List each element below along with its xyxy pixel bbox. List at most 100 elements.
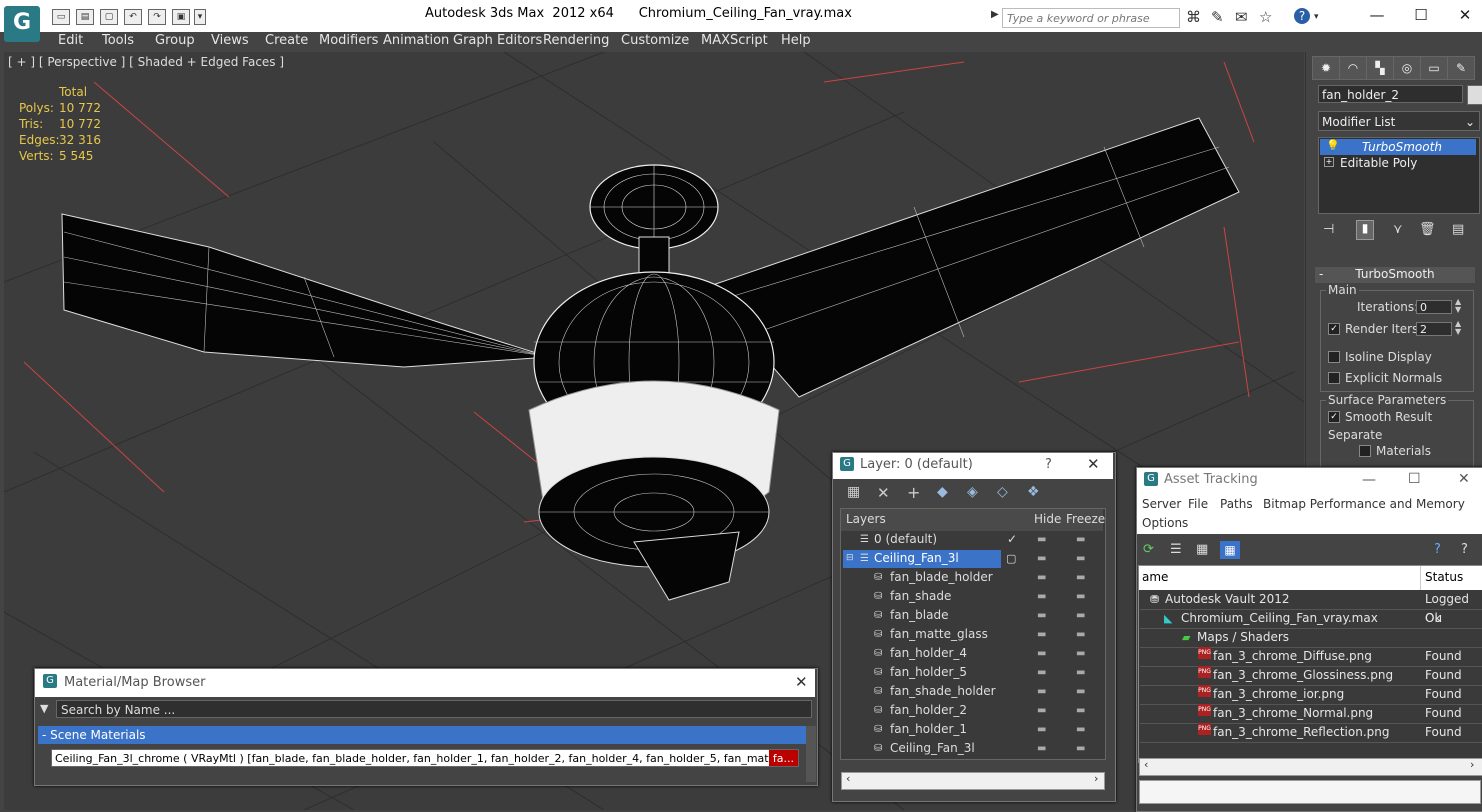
layer-row-selected[interactable]: ⊟ ☰ Ceiling_Fan_3l ▢ ▬ ▬	[843, 549, 1105, 568]
asset-maximize-button[interactable]: ☐	[1408, 471, 1421, 487]
freeze-toggle-icon[interactable]: ▬	[1076, 625, 1085, 644]
app-logo-icon[interactable]: G	[4, 6, 40, 42]
close-button[interactable]: ✕	[1450, 4, 1480, 26]
scroll-right-icon[interactable]: ›	[1094, 772, 1098, 785]
asset-horizontal-scrollbar[interactable]	[1139, 758, 1482, 776]
project-folder-icon[interactable]: ▣	[172, 9, 190, 25]
list-view-icon[interactable]: ☰	[1170, 542, 1182, 557]
quick-access-dropdown-icon[interactable]: ▾	[194, 9, 206, 25]
remove-modifier-icon[interactable]: 🗑	[1419, 222, 1436, 237]
material-entry[interactable]: Ceiling_Fan_3l_chrome ( VRayMtl ) [fan_b…	[51, 749, 799, 767]
scene-materials-header[interactable]: - Scene Materials	[38, 726, 806, 744]
layer-row[interactable]: ☰ 0 (default) ✓ ▬ ▬	[843, 530, 1105, 549]
motion-tab-icon[interactable]: ◎	[1393, 56, 1421, 80]
freeze-all-icon[interactable]: ❖	[1027, 484, 1040, 500]
asset-name-column-header[interactable]: ame	[1142, 570, 1168, 584]
object-row[interactable]: ⛁ fan_matte_glass ▬ ▬	[843, 625, 1105, 644]
scroll-left-icon[interactable]: ‹	[846, 772, 850, 785]
lightbulb-icon[interactable]: 💡	[1326, 139, 1340, 152]
modify-tab-icon[interactable]: ◠	[1339, 56, 1367, 80]
browser-options-icon[interactable]: ▼	[40, 702, 48, 715]
menu-help[interactable]: Help	[781, 33, 811, 48]
turbosmooth-rollout-title[interactable]: - TurboSmooth	[1315, 267, 1475, 283]
asset-row[interactable]: PNG fan_3_chrome_Normal.png Found	[1140, 704, 1482, 724]
object-row[interactable]: ⛁ fan_holder_5 ▬ ▬	[843, 663, 1105, 682]
configure-sets-icon[interactable]: ▤	[1452, 222, 1464, 237]
undo-icon[interactable]: ↶	[124, 9, 142, 25]
material-search-input[interactable]: Search by Name ...	[56, 700, 812, 718]
hide-toggle-icon[interactable]: ▬	[1037, 644, 1046, 663]
freeze-column-header[interactable]: Freeze	[1066, 512, 1105, 526]
hide-all-icon[interactable]: ◇	[997, 484, 1008, 500]
asset-status-column-header[interactable]: Status	[1425, 570, 1463, 584]
open-file-icon[interactable]: ▤	[76, 9, 94, 25]
object-row[interactable]: ⛁ fan_holder_1 ▬ ▬	[843, 720, 1105, 739]
new-file-icon[interactable]: ▭	[52, 9, 70, 25]
freeze-toggle-icon[interactable]: ▬	[1076, 549, 1085, 568]
freeze-toggle-icon[interactable]: ▬	[1076, 663, 1085, 682]
viewport-label[interactable]: [ + ] [ Perspective ] [ Shaded + Edged F…	[8, 55, 284, 69]
menu-rendering[interactable]: Rendering	[543, 33, 609, 48]
render-iters-checkbox[interactable]: ✓	[1328, 323, 1340, 335]
asset-help-icon[interactable]: ?	[1434, 542, 1441, 557]
create-layer-icon[interactable]: ▦	[847, 484, 860, 500]
menu-edit[interactable]: Edit	[58, 33, 83, 48]
add-to-layer-icon[interactable]: +	[907, 483, 920, 502]
modifier-list-dropdown[interactable]: Modifier List ⌄	[1318, 111, 1480, 131]
asset-row[interactable]: ⛃ Autodesk Vault 2012 Logged Ou	[1140, 590, 1482, 625]
asset-close-button[interactable]: ✕	[1458, 471, 1470, 487]
asset-menu-bitmap[interactable]: Bitmap Performance and Memory	[1263, 497, 1465, 511]
expand-plus-icon[interactable]: +	[1324, 157, 1334, 167]
collapse-minus-icon[interactable]: ⊟	[846, 549, 854, 568]
menu-tools[interactable]: Tools	[102, 33, 134, 48]
hide-toggle-icon[interactable]: ▬	[1037, 568, 1046, 587]
freeze-toggle-icon[interactable]: ▬	[1076, 739, 1085, 758]
freeze-toggle-icon[interactable]: ▬	[1076, 701, 1085, 720]
object-row[interactable]: ⛁ fan_shade ▬ ▬	[843, 587, 1105, 606]
asset-row[interactable]: ▰ Maps / Shaders	[1140, 628, 1482, 648]
binoculars-icon[interactable]: ⌘	[1186, 8, 1201, 26]
hide-toggle-icon[interactable]: ▬	[1037, 663, 1046, 682]
help-icon[interactable]: ?	[1294, 8, 1310, 24]
explicit-normals-checkbox[interactable]	[1328, 372, 1340, 384]
asset-row[interactable]: PNG fan_3_chrome_Diffuse.png Found	[1140, 647, 1482, 667]
asset-scroll-left-icon[interactable]: ‹	[1144, 758, 1148, 771]
layer-close-icon[interactable]: ✕	[1087, 455, 1100, 473]
table-view-icon[interactable]: ▦	[1220, 541, 1240, 559]
asset-info-icon[interactable]: ?	[1461, 542, 1468, 557]
render-iters-spinner-arrows-icon[interactable]: ▲ ▼	[1455, 320, 1461, 336]
save-file-icon[interactable]: ▢	[100, 9, 118, 25]
make-unique-icon[interactable]: ⋎	[1393, 222, 1403, 237]
utilities-tab-icon[interactable]: ✎	[1447, 56, 1475, 80]
pin-stack-icon[interactable]: ⊣	[1323, 222, 1334, 237]
menu-animation[interactable]: Animation	[383, 33, 449, 48]
layers-column-header[interactable]: Layers	[846, 512, 886, 526]
freeze-toggle-icon[interactable]: ▬	[1076, 568, 1085, 587]
smooth-result-checkbox[interactable]: ✓	[1328, 411, 1340, 423]
hide-toggle-icon[interactable]: ▬	[1037, 549, 1046, 568]
freeze-toggle-icon[interactable]: ▬	[1076, 606, 1085, 625]
subscription-icon[interactable]: ✎	[1211, 8, 1224, 26]
favorites-star-icon[interactable]: ☆	[1259, 8, 1272, 26]
hide-toggle-icon[interactable]: ▬	[1037, 682, 1046, 701]
isoline-display-checkbox[interactable]	[1328, 351, 1340, 363]
asset-row[interactable]: ◣ Chromium_Ceiling_Fan_vray.max Ok	[1140, 609, 1482, 629]
menu-group[interactable]: Group	[155, 33, 195, 48]
freeze-toggle-icon[interactable]: ▬	[1076, 587, 1085, 606]
menu-graph-editors[interactable]: Graph Editors	[453, 33, 542, 48]
hide-toggle-icon[interactable]: ▬	[1037, 530, 1046, 549]
asset-scroll-right-icon[interactable]: ›	[1470, 758, 1474, 771]
freeze-toggle-icon[interactable]: ▬	[1076, 530, 1085, 549]
object-row[interactable]: ⛁ fan_holder_4 ▬ ▬	[843, 644, 1105, 663]
hide-toggle-icon[interactable]: ▬	[1037, 720, 1046, 739]
materials-checkbox[interactable]	[1359, 445, 1371, 457]
communication-icon[interactable]: ✉	[1235, 8, 1248, 26]
menu-modifiers[interactable]: Modifiers	[319, 33, 378, 48]
menu-maxscript[interactable]: MAXScript	[701, 33, 768, 48]
iterations-spinner[interactable]: 0	[1416, 300, 1452, 314]
object-color-swatch[interactable]	[1467, 85, 1482, 105]
hide-toggle-icon[interactable]: ▬	[1037, 606, 1046, 625]
help-dropdown-icon[interactable]: ▾	[1314, 12, 1319, 22]
column-divider[interactable]	[1420, 566, 1421, 590]
create-tab-icon[interactable]: ✹	[1312, 56, 1340, 80]
